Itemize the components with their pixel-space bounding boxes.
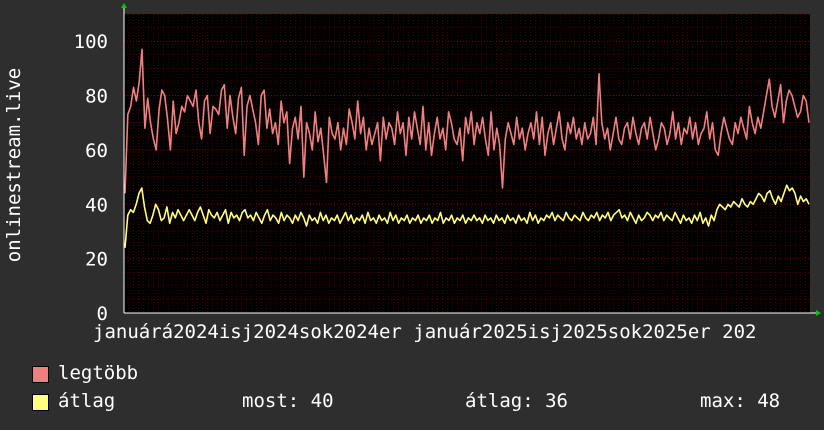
- legend-swatch-legtobb: [32, 366, 49, 383]
- y-tick-label: 80: [85, 86, 108, 108]
- x-tick-labels: januárá2024isj2024sok2024er január2025is…: [93, 321, 756, 343]
- legend-label-legtobb: legtöbb: [58, 362, 139, 384]
- y-tick-label: 60: [85, 140, 108, 162]
- y-ticks: 020406080100: [74, 31, 108, 325]
- y-tick-label: 40: [85, 194, 108, 216]
- stat-atlag: átlag: 36: [465, 390, 568, 412]
- y-tick-label: 100: [74, 31, 108, 53]
- y-axis-label: onlinestream.live: [3, 68, 25, 262]
- stat-most: most: 40: [242, 390, 334, 412]
- legend-swatch-atlag: [32, 394, 49, 411]
- y-tick-label: 20: [85, 249, 108, 271]
- x-axis-arrow: [816, 310, 821, 316]
- legend-label-atlag: átlag: [58, 390, 116, 412]
- stat-max: max: 48: [700, 390, 781, 412]
- y-axis-arrow: [121, 3, 127, 8]
